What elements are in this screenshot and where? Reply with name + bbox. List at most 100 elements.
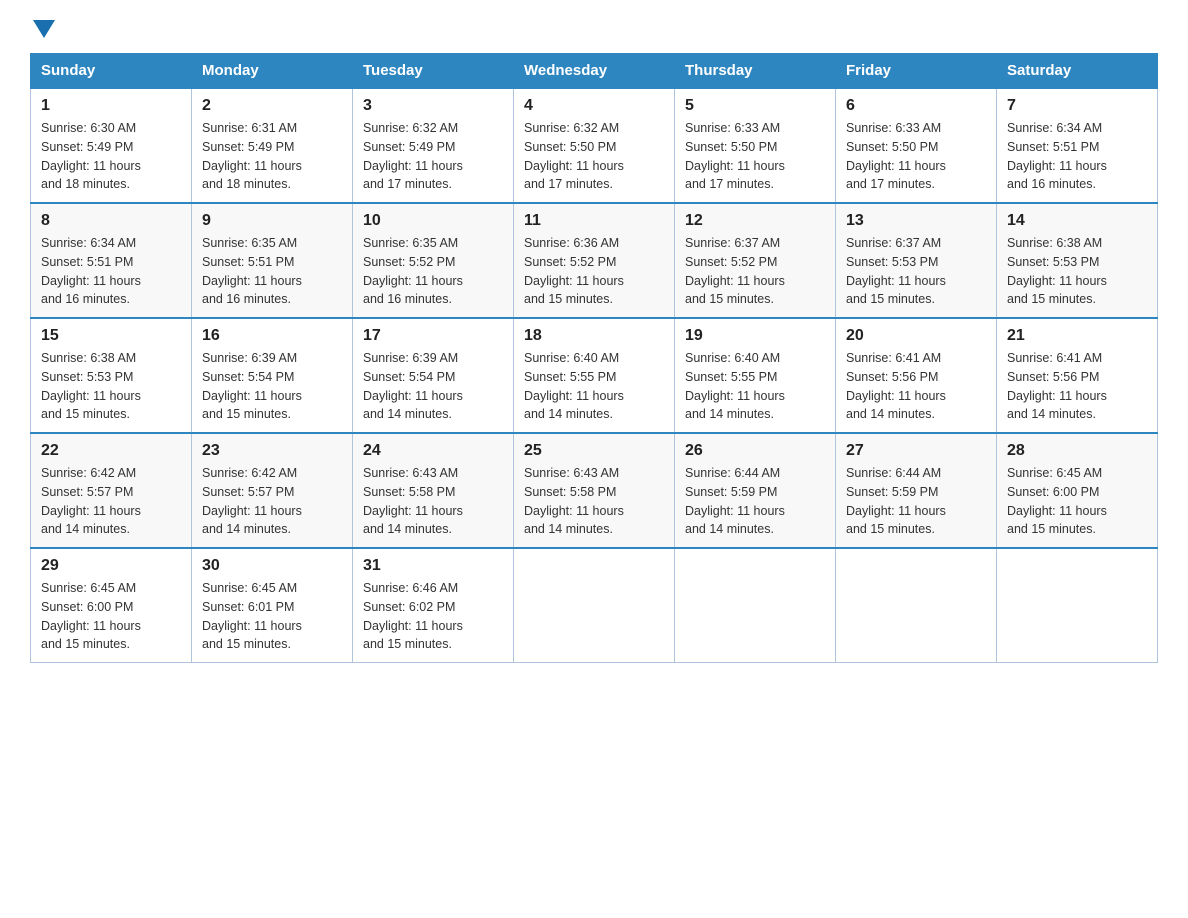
day-cell-2: 2 Sunrise: 6:31 AMSunset: 5:49 PMDaylight… xyxy=(192,88,353,203)
day-number: 10 xyxy=(363,212,503,230)
day-number: 16 xyxy=(202,327,342,345)
day-number: 3 xyxy=(363,97,503,115)
day-info: Sunrise: 6:32 AMSunset: 5:49 PMDaylight:… xyxy=(363,119,503,194)
day-info: Sunrise: 6:44 AMSunset: 5:59 PMDaylight:… xyxy=(846,464,986,539)
day-info: Sunrise: 6:38 AMSunset: 5:53 PMDaylight:… xyxy=(41,349,181,424)
day-info: Sunrise: 6:34 AMSunset: 5:51 PMDaylight:… xyxy=(1007,119,1147,194)
day-number: 29 xyxy=(41,557,181,575)
day-info: Sunrise: 6:36 AMSunset: 5:52 PMDaylight:… xyxy=(524,234,664,309)
day-number: 13 xyxy=(846,212,986,230)
day-cell-27: 27 Sunrise: 6:44 AMSunset: 5:59 PMDayligh… xyxy=(836,433,997,548)
day-info: Sunrise: 6:30 AMSunset: 5:49 PMDaylight:… xyxy=(41,119,181,194)
day-number: 17 xyxy=(363,327,503,345)
day-info: Sunrise: 6:46 AMSunset: 6:02 PMDaylight:… xyxy=(363,579,503,654)
day-info: Sunrise: 6:45 AMSunset: 6:00 PMDaylight:… xyxy=(1007,464,1147,539)
week-row-3: 15 Sunrise: 6:38 AMSunset: 5:53 PMDayligh… xyxy=(31,318,1158,433)
day-cell-14: 14 Sunrise: 6:38 AMSunset: 5:53 PMDayligh… xyxy=(997,203,1158,318)
day-header-wednesday: Wednesday xyxy=(514,54,675,89)
week-row-1: 1 Sunrise: 6:30 AMSunset: 5:49 PMDaylight… xyxy=(31,88,1158,203)
week-row-4: 22 Sunrise: 6:42 AMSunset: 5:57 PMDayligh… xyxy=(31,433,1158,548)
day-header-tuesday: Tuesday xyxy=(353,54,514,89)
empty-cell xyxy=(514,548,675,663)
day-cell-31: 31 Sunrise: 6:46 AMSunset: 6:02 PMDayligh… xyxy=(353,548,514,663)
day-cell-30: 30 Sunrise: 6:45 AMSunset: 6:01 PMDayligh… xyxy=(192,548,353,663)
day-cell-15: 15 Sunrise: 6:38 AMSunset: 5:53 PMDayligh… xyxy=(31,318,192,433)
day-number: 27 xyxy=(846,442,986,460)
day-cell-22: 22 Sunrise: 6:42 AMSunset: 5:57 PMDayligh… xyxy=(31,433,192,548)
day-info: Sunrise: 6:43 AMSunset: 5:58 PMDaylight:… xyxy=(524,464,664,539)
day-cell-23: 23 Sunrise: 6:42 AMSunset: 5:57 PMDayligh… xyxy=(192,433,353,548)
day-number: 30 xyxy=(202,557,342,575)
day-cell-28: 28 Sunrise: 6:45 AMSunset: 6:00 PMDayligh… xyxy=(997,433,1158,548)
day-header-thursday: Thursday xyxy=(675,54,836,89)
logo xyxy=(30,20,55,43)
day-info: Sunrise: 6:40 AMSunset: 5:55 PMDaylight:… xyxy=(524,349,664,424)
day-number: 12 xyxy=(685,212,825,230)
day-cell-13: 13 Sunrise: 6:37 AMSunset: 5:53 PMDayligh… xyxy=(836,203,997,318)
day-info: Sunrise: 6:34 AMSunset: 5:51 PMDaylight:… xyxy=(41,234,181,309)
day-cell-16: 16 Sunrise: 6:39 AMSunset: 5:54 PMDayligh… xyxy=(192,318,353,433)
week-row-5: 29 Sunrise: 6:45 AMSunset: 6:00 PMDayligh… xyxy=(31,548,1158,663)
day-info: Sunrise: 6:39 AMSunset: 5:54 PMDaylight:… xyxy=(202,349,342,424)
day-cell-12: 12 Sunrise: 6:37 AMSunset: 5:52 PMDayligh… xyxy=(675,203,836,318)
calendar-header-row: SundayMondayTuesdayWednesdayThursdayFrid… xyxy=(31,54,1158,89)
empty-cell xyxy=(997,548,1158,663)
day-cell-10: 10 Sunrise: 6:35 AMSunset: 5:52 PMDayligh… xyxy=(353,203,514,318)
day-cell-25: 25 Sunrise: 6:43 AMSunset: 5:58 PMDayligh… xyxy=(514,433,675,548)
day-cell-9: 9 Sunrise: 6:35 AMSunset: 5:51 PMDaylight… xyxy=(192,203,353,318)
day-number: 31 xyxy=(363,557,503,575)
day-number: 23 xyxy=(202,442,342,460)
day-cell-17: 17 Sunrise: 6:39 AMSunset: 5:54 PMDayligh… xyxy=(353,318,514,433)
day-info: Sunrise: 6:44 AMSunset: 5:59 PMDaylight:… xyxy=(685,464,825,539)
day-info: Sunrise: 6:32 AMSunset: 5:50 PMDaylight:… xyxy=(524,119,664,194)
day-info: Sunrise: 6:37 AMSunset: 5:53 PMDaylight:… xyxy=(846,234,986,309)
day-header-monday: Monday xyxy=(192,54,353,89)
day-number: 25 xyxy=(524,442,664,460)
day-number: 14 xyxy=(1007,212,1147,230)
day-info: Sunrise: 6:41 AMSunset: 5:56 PMDaylight:… xyxy=(846,349,986,424)
day-number: 20 xyxy=(846,327,986,345)
day-info: Sunrise: 6:33 AMSunset: 5:50 PMDaylight:… xyxy=(846,119,986,194)
day-info: Sunrise: 6:31 AMSunset: 5:49 PMDaylight:… xyxy=(202,119,342,194)
day-header-friday: Friday xyxy=(836,54,997,89)
day-number: 1 xyxy=(41,97,181,115)
day-number: 28 xyxy=(1007,442,1147,460)
day-cell-26: 26 Sunrise: 6:44 AMSunset: 5:59 PMDayligh… xyxy=(675,433,836,548)
day-number: 9 xyxy=(202,212,342,230)
day-info: Sunrise: 6:38 AMSunset: 5:53 PMDaylight:… xyxy=(1007,234,1147,309)
day-cell-1: 1 Sunrise: 6:30 AMSunset: 5:49 PMDaylight… xyxy=(31,88,192,203)
day-number: 6 xyxy=(846,97,986,115)
day-number: 2 xyxy=(202,97,342,115)
day-header-sunday: Sunday xyxy=(31,54,192,89)
day-number: 8 xyxy=(41,212,181,230)
day-number: 22 xyxy=(41,442,181,460)
day-cell-20: 20 Sunrise: 6:41 AMSunset: 5:56 PMDayligh… xyxy=(836,318,997,433)
day-cell-18: 18Sunrise: 6:40 AMSunset: 5:55 PMDayligh… xyxy=(514,318,675,433)
page-header xyxy=(30,20,1158,43)
day-info: Sunrise: 6:42 AMSunset: 5:57 PMDaylight:… xyxy=(41,464,181,539)
day-info: Sunrise: 6:41 AMSunset: 5:56 PMDaylight:… xyxy=(1007,349,1147,424)
week-row-2: 8 Sunrise: 6:34 AMSunset: 5:51 PMDaylight… xyxy=(31,203,1158,318)
day-number: 4 xyxy=(524,97,664,115)
day-info: Sunrise: 6:39 AMSunset: 5:54 PMDaylight:… xyxy=(363,349,503,424)
day-number: 24 xyxy=(363,442,503,460)
empty-cell xyxy=(675,548,836,663)
day-number: 19 xyxy=(685,327,825,345)
day-number: 26 xyxy=(685,442,825,460)
day-info: Sunrise: 6:45 AMSunset: 6:01 PMDaylight:… xyxy=(202,579,342,654)
day-info: Sunrise: 6:35 AMSunset: 5:52 PMDaylight:… xyxy=(363,234,503,309)
day-info: Sunrise: 6:37 AMSunset: 5:52 PMDaylight:… xyxy=(685,234,825,309)
day-cell-6: 6 Sunrise: 6:33 AMSunset: 5:50 PMDaylight… xyxy=(836,88,997,203)
day-info: Sunrise: 6:42 AMSunset: 5:57 PMDaylight:… xyxy=(202,464,342,539)
day-cell-19: 19Sunrise: 6:40 AMSunset: 5:55 PMDayligh… xyxy=(675,318,836,433)
day-info: Sunrise: 6:35 AMSunset: 5:51 PMDaylight:… xyxy=(202,234,342,309)
day-cell-29: 29 Sunrise: 6:45 AMSunset: 6:00 PMDayligh… xyxy=(31,548,192,663)
day-number: 15 xyxy=(41,327,181,345)
day-cell-3: 3 Sunrise: 6:32 AMSunset: 5:49 PMDaylight… xyxy=(353,88,514,203)
day-number: 21 xyxy=(1007,327,1147,345)
day-info: Sunrise: 6:43 AMSunset: 5:58 PMDaylight:… xyxy=(363,464,503,539)
day-cell-21: 21 Sunrise: 6:41 AMSunset: 5:56 PMDayligh… xyxy=(997,318,1158,433)
day-cell-7: 7Sunrise: 6:34 AMSunset: 5:51 PMDaylight… xyxy=(997,88,1158,203)
day-cell-5: 5Sunrise: 6:33 AMSunset: 5:50 PMDaylight… xyxy=(675,88,836,203)
day-info: Sunrise: 6:45 AMSunset: 6:00 PMDaylight:… xyxy=(41,579,181,654)
